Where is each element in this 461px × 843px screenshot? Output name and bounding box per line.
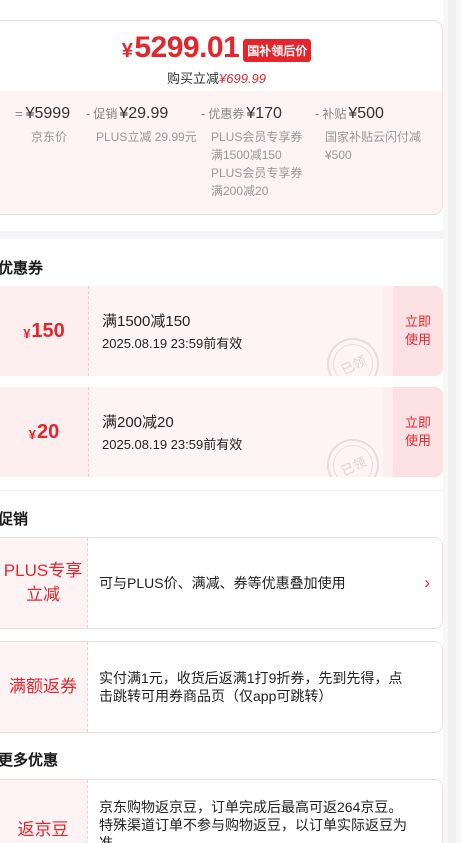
breakdown-desc: 国家补贴云闪付减	[325, 130, 422, 144]
promotion-tag: 返京豆	[0, 780, 88, 843]
breakdown-desc: 京东价	[31, 130, 68, 144]
breakdown-promotion: - 促销 ¥29.99 PLUS立减 29.99元	[86, 105, 197, 146]
savings-row: 购买立减¥699.99	[0, 68, 442, 87]
promotion-tag: 满额返券	[0, 642, 88, 732]
more-offers-section-title: 更多优惠	[0, 752, 59, 769]
breakdown-desc: PLUS会员专享券	[211, 166, 303, 180]
vertical-scrollbar[interactable]	[443, 0, 461, 843]
price-card: ¥5299.01 国补领后价 购买立减¥699.99 = ¥5999 京东价 - 促销…	[0, 20, 443, 215]
coupon-card: ¥20 满200减20 2025.08.19 23:59前有效 已领 立即使用	[0, 387, 443, 477]
use-coupon-button[interactable]: 立即使用	[393, 387, 443, 477]
promotion-item-jd-beans: 返京豆 京东购物返京豆，订单完成后最高可返264京豆。特殊渠道订单不参与购物返豆…	[0, 779, 443, 843]
breakdown-value: ¥170	[246, 105, 282, 122]
final-price-amount: 5299.01	[134, 31, 240, 64]
breakdown-label: 促销	[93, 107, 118, 121]
section-divider-line	[0, 490, 443, 491]
breakdown-desc: PLUS会员专享券	[211, 130, 303, 144]
promotion-item-plus[interactable]: PLUS专享立减 可与PLUS价、满减、券等优惠叠加使用 ›	[0, 537, 443, 629]
currency-symbol: ¥	[121, 40, 133, 62]
promotion-desc: 京东购物返京豆，订单完成后最高可返264京豆。特殊渠道订单不参与购物返豆，以订单…	[99, 799, 407, 843]
use-coupon-button[interactable]: 立即使用	[393, 286, 443, 376]
savings-amount: ¥699.99	[219, 71, 266, 86]
coupon-condition: 满200减20	[102, 414, 174, 431]
breakdown-value: ¥29.99	[119, 105, 169, 122]
breakdown-coupon: - 优惠券 ¥170 PLUS会员专享券 满1500减150 PLUS会员专享券 满…	[201, 105, 302, 200]
claimed-stamp-icon: 已领	[318, 430, 388, 477]
breakdown-label: 优惠券	[208, 107, 245, 121]
final-price-row: ¥5299.01 国补领后价	[0, 31, 442, 65]
breakdown-jd-price: = ¥5999 京东价	[15, 105, 70, 146]
currency-symbol: ¥	[28, 426, 36, 442]
promotion-desc: 可与PLUS价、满减、券等优惠叠加使用	[99, 575, 346, 591]
final-price-tag: 国补领后价	[243, 38, 312, 62]
promotion-tag: PLUS专享立减	[0, 538, 88, 628]
breakdown-operator: =	[15, 106, 23, 121]
section-divider	[0, 231, 461, 239]
promotion-item-coupon-return: 满额返券 实付满1元，收货后返满1打9折券，先到先得，点击跳转可用券商品页（仅a…	[0, 641, 443, 733]
price-breakdown: = ¥5999 京东价 - 促销 ¥29.99 PLUS立减 29.99元 - 优惠券 ¥…	[0, 91, 442, 214]
savings-label: 购买立减	[166, 71, 219, 86]
breakdown-operator: -	[315, 106, 320, 121]
coupon-expiry: 2025.08.19 23:59前有效	[102, 437, 243, 452]
breakdown-subsidy: - 补贴 ¥500 国家补贴云闪付减 ¥500	[315, 105, 421, 164]
coupon-amount-value: 20	[36, 420, 60, 443]
breakdown-operator: -	[201, 106, 206, 121]
scrollbar-thumb[interactable]	[448, 0, 456, 843]
promotions-section-title: 促销	[0, 511, 29, 528]
breakdown-operator: -	[86, 106, 91, 121]
promotion-desc: 实付满1元，收货后返满1打9折券，先到先得，点击跳转可用券商品页（仅app可跳转…	[99, 670, 403, 704]
coupon-body: 满200减20 2025.08.19 23:59前有效 已领	[88, 387, 388, 477]
coupon-card: ¥150 满1500减150 2025.08.19 23:59前有效 已领 立即…	[0, 286, 443, 376]
currency-symbol: ¥	[23, 325, 31, 341]
coupons-section-title: 优惠券	[0, 260, 44, 277]
claimed-stamp-icon: 已领	[318, 329, 388, 376]
breakdown-label: 补贴	[322, 107, 347, 121]
coupon-condition: 满1500减150	[102, 313, 191, 330]
breakdown-desc: PLUS立减 29.99元	[96, 130, 197, 144]
chevron-right-icon[interactable]: ›	[424, 573, 430, 593]
breakdown-value: ¥500	[348, 105, 384, 122]
breakdown-desc: ¥500	[325, 148, 352, 162]
coupon-amount-value: 150	[31, 319, 65, 342]
coupon-amount: ¥20	[0, 387, 88, 477]
breakdown-value: ¥5999	[25, 105, 71, 122]
coupon-body: 满1500减150 2025.08.19 23:59前有效 已领	[88, 286, 388, 376]
breakdown-desc: 满200减20	[211, 184, 269, 198]
final-price: ¥5299.01	[122, 31, 240, 65]
breakdown-desc: 满1500减150	[211, 148, 282, 162]
coupon-expiry: 2025.08.19 23:59前有效	[102, 336, 243, 351]
coupon-amount: ¥150	[0, 286, 88, 376]
